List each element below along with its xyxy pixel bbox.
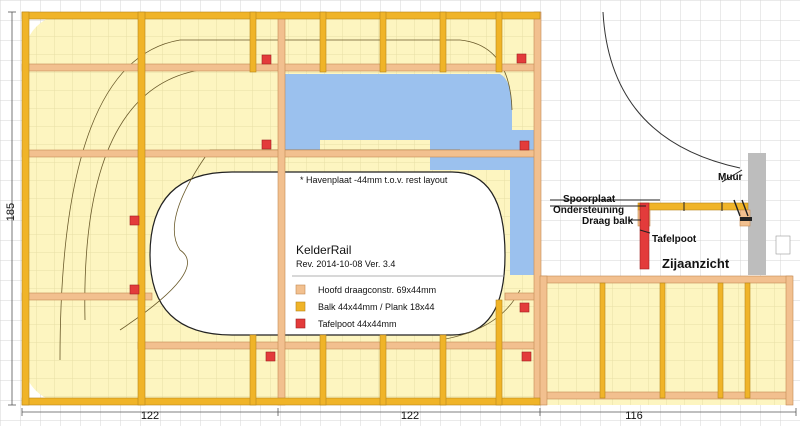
wall-step (775, 235, 791, 255)
legend-swatch-main-beam (295, 284, 306, 295)
dimension-left-height: 185 (5, 203, 17, 221)
wall-block (748, 153, 766, 275)
legend-label-beam: Balk 44x44mm / Plank 18x44 (318, 302, 435, 312)
wall-label: Muur (718, 172, 743, 183)
harbour-note: * Havenplaat -44mm t.o.v. rest layout (300, 175, 448, 185)
beam-label: Draag balk (582, 216, 634, 227)
dimension-bottom-left: 122 (141, 410, 159, 422)
revision-text: Rev. 2014-10-08 Ver. 3.4 (296, 259, 395, 269)
layout-plan: Muur Spoorplaat Ondersteuning Draag balk… (0, 0, 800, 426)
dimension-bottom-right: 116 (625, 410, 643, 422)
legend-swatch-leg (295, 318, 306, 329)
layout-title: KelderRail (296, 243, 351, 257)
track-board-label: Spoorplaat (563, 194, 616, 205)
support-label: Ondersteuning (553, 205, 624, 216)
legend-label-leg: Tafelpoot 44x44mm (318, 319, 397, 329)
leg-label: Tafelpoot (652, 234, 697, 245)
legend-swatch-beam (295, 301, 306, 312)
dimension-bottom-middle: 122 (401, 410, 419, 422)
legend-label-main-beam: Hoofd draagconstr. 69x44mm (318, 285, 436, 295)
side-view-title: Zijaanzicht (662, 256, 730, 271)
right-board (540, 276, 792, 405)
